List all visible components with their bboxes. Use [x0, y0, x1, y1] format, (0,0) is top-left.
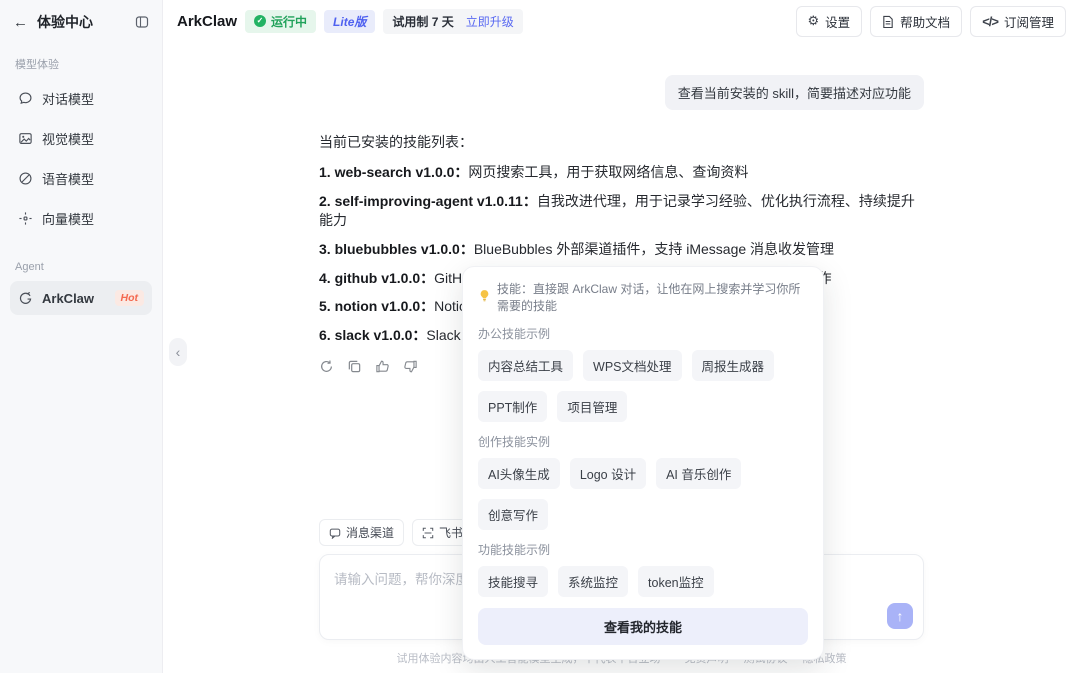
image-icon	[18, 131, 33, 146]
panel-collapse-handle[interactable]: ‹	[169, 338, 187, 366]
document-icon	[882, 15, 894, 28]
sidebar-item-voice-model[interactable]: 语音模型	[10, 160, 152, 197]
skill-tag[interactable]: token监控	[638, 566, 714, 597]
voice-model-icon	[18, 171, 33, 186]
skills-popup: 技能：直接跟 ArkClaw 对话，让他在网上搜索并学习你所需要的技能 办公技能…	[462, 266, 824, 660]
settings-button[interactable]: ⚙ 设置	[795, 5, 863, 37]
chevron-left-icon: ‹	[175, 344, 181, 360]
vector-model-icon	[18, 211, 33, 226]
popup-section-title: 创作技能实例	[478, 435, 551, 449]
skill-name: 4. github v1.0.0：	[319, 269, 435, 286]
thumbs-up-icon[interactable]	[375, 359, 390, 374]
skill-list-item: 2. self-improving-agent v1.0.11：自我改进代理，用…	[319, 192, 924, 230]
tag-row: 内容总结工具 WPS文档处理 周报生成器 PPT制作 项目管理	[478, 350, 808, 422]
trial-text: 试用制 7 天	[392, 14, 454, 29]
gear-icon: ⚙	[807, 13, 820, 28]
skill-tag[interactable]: 周报生成器	[691, 350, 775, 381]
message-channel-icon	[329, 527, 341, 539]
main-area: ArkClaw ✓ 运行中 Lite版 试用制 7 天 立即升级 ⚙ 设置 帮助…	[163, 0, 1080, 673]
sidebar-collapse-icon[interactable]	[135, 15, 149, 29]
main-header: ArkClaw ✓ 运行中 Lite版 试用制 7 天 立即升级 ⚙ 设置 帮助…	[163, 0, 1080, 42]
skill-tag[interactable]: PPT制作	[478, 391, 548, 422]
send-button[interactable]: ↑	[887, 603, 913, 629]
chat-bubble-icon	[18, 91, 33, 106]
popup-section-title: 办公技能示例	[478, 327, 551, 341]
skill-desc: 网页搜索工具，用于获取网络信息、查询资料	[468, 164, 749, 180]
lightbulb-icon	[478, 289, 491, 305]
skills-tip: 技能：直接跟 ArkClaw 对话，让他在网上搜索并学习你所需要的技能	[478, 280, 808, 314]
skill-name: 6. slack v1.0.0：	[319, 327, 427, 344]
skill-tag[interactable]: AI头像生成	[478, 458, 560, 489]
app-window: ← 体验中心 模型体验 对话模型 视觉模型 语音模型 向量模型 Agent Ar…	[0, 0, 1080, 673]
status-check-icon: ✓	[254, 15, 267, 27]
skill-list-item: 3. bluebubbles v1.0.0：BlueBubbles 外部渠道插件…	[319, 240, 924, 259]
trial-pill: 试用制 7 天 立即升级	[383, 8, 523, 34]
tag-row: AI头像生成 Logo 设计 AI 音乐创作 创意写作	[478, 458, 808, 530]
sidebar-item-label: 视觉模型	[42, 132, 95, 147]
header-actions: ⚙ 设置 帮助文档 </> 订阅管理	[795, 5, 1066, 37]
tag-row: 技能搜寻 系统监控 token监控	[478, 566, 808, 597]
regenerate-icon[interactable]	[319, 359, 334, 374]
status-label: 运行中	[271, 14, 308, 29]
sidebar-item-vision-model[interactable]: 视觉模型	[10, 120, 152, 157]
skill-tag[interactable]: 技能搜寻	[478, 566, 549, 597]
skill-tag[interactable]: WPS文档处理	[583, 350, 682, 381]
upgrade-link[interactable]: 立即升级	[466, 13, 514, 30]
settings-label: 设置	[825, 15, 851, 30]
sidebar-item-arkclaw[interactable]: ArkClaw Hot	[10, 281, 152, 315]
section-label-models: 模型体验	[15, 59, 59, 71]
message-channels-chip[interactable]: 消息渠道	[319, 519, 405, 546]
sidebar: ← 体验中心 模型体验 对话模型 视觉模型 语音模型 向量模型 Agent Ar…	[0, 0, 163, 673]
scan-icon	[422, 527, 434, 539]
sidebar-header: ← 体验中心	[10, 12, 152, 32]
skill-tag[interactable]: 内容总结工具	[478, 350, 574, 381]
sidebar-item-vector-model[interactable]: 向量模型	[10, 200, 152, 237]
skill-name: 1. web-search v1.0.0：	[319, 164, 469, 180]
arkclaw-logo-icon	[18, 291, 33, 306]
user-message-row: 查看当前安装的 skill，简要描述对应功能	[319, 75, 924, 110]
hot-badge: Hot	[114, 290, 144, 306]
sidebar-item-chat-model[interactable]: 对话模型	[10, 80, 152, 117]
code-icon: </>	[982, 13, 999, 29]
skill-list-item: 1. web-search v1.0.0：网页搜索工具，用于获取网络信息、查询资…	[319, 163, 924, 182]
subscription-button[interactable]: </> 订阅管理	[970, 5, 1066, 37]
skill-name: 5. notion v1.0.0：	[319, 298, 435, 315]
sidebar-item-label: 向量模型	[42, 212, 95, 227]
popup-section-title: 功能技能示例	[478, 543, 551, 557]
subscription-label: 订阅管理	[1003, 15, 1054, 30]
copy-icon[interactable]	[347, 359, 362, 374]
help-docs-button[interactable]: 帮助文档	[870, 5, 963, 37]
skill-tag[interactable]: AI 音乐创作	[656, 458, 742, 489]
skill-desc: BlueBubbles 外部渠道插件，支持 iMessage 消息收发管理	[473, 240, 835, 257]
skill-tag[interactable]: 项目管理	[557, 391, 628, 422]
back-icon[interactable]: ←	[13, 14, 28, 31]
arrow-up-icon: ↑	[896, 608, 904, 624]
view-my-skills-button[interactable]: 查看我的技能	[478, 608, 808, 645]
agent-title: ArkClaw	[177, 12, 238, 30]
skill-tag[interactable]: Logo 设计	[569, 458, 647, 489]
assistant-intro: 当前已安装的技能列表：	[319, 134, 473, 150]
sidebar-item-label: 语音模型	[42, 172, 95, 187]
sidebar-item-label: 对话模型	[42, 92, 95, 107]
chip-label: 消息渠道	[346, 526, 395, 540]
plan-badge: Lite版	[324, 9, 376, 33]
skill-name: 3. bluebubbles v1.0.0：	[319, 240, 474, 257]
page-title: 体验中心	[37, 14, 93, 30]
help-docs-label: 帮助文档	[900, 15, 951, 30]
skills-tip-text: 技能：直接跟 ArkClaw 对话，让他在网上搜索并学习你所需要的技能	[497, 282, 801, 313]
user-message-bubble: 查看当前安装的 skill，简要描述对应功能	[664, 75, 924, 110]
thumbs-down-icon[interactable]	[403, 359, 418, 374]
skill-tag[interactable]: 创意写作	[478, 499, 549, 530]
sidebar-item-label: ArkClaw	[42, 290, 95, 306]
status-badge: ✓ 运行中	[245, 9, 317, 33]
skill-name: 2. self-improving-agent v1.0.11：	[319, 192, 537, 209]
skill-tag[interactable]: 系统监控	[558, 566, 629, 597]
section-label-agent: Agent	[15, 261, 44, 273]
